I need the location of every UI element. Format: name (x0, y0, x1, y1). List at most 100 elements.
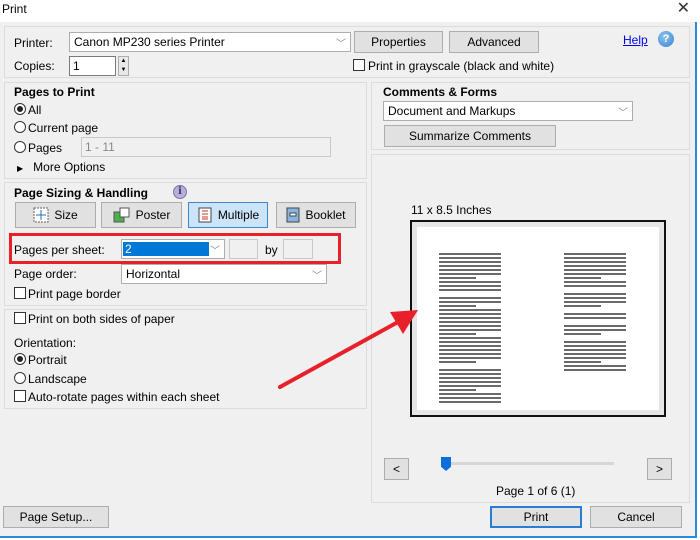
radio-landscape[interactable] (14, 372, 26, 384)
summarize-comments-button[interactable]: Summarize Comments (384, 125, 556, 147)
help-link[interactable]: Help (623, 33, 648, 47)
preview-text-line (564, 309, 626, 311)
pages-per-sheet-select[interactable]: 2 ﹀ (121, 239, 225, 259)
preview-text-line (564, 357, 626, 359)
preview-text-line (439, 345, 501, 347)
page-setup-button[interactable]: Page Setup... (3, 506, 109, 528)
preview-text-line (564, 281, 626, 283)
preview-text-line (564, 273, 626, 275)
info-icon[interactable]: i (173, 185, 187, 199)
copies-input[interactable]: 1 (69, 56, 116, 76)
preview-text-line (564, 289, 626, 291)
pages-per-sheet-rows-input[interactable] (283, 239, 313, 259)
preview-text-line (439, 313, 501, 315)
by-label: by (265, 243, 278, 257)
stepper-down-icon[interactable]: ▼ (119, 66, 128, 75)
preview-text-line (439, 373, 501, 375)
preview-text-line (439, 353, 501, 355)
preview-sheet-content (417, 227, 659, 410)
radio-pages[interactable] (14, 141, 26, 153)
grayscale-checkbox[interactable] (353, 59, 365, 71)
triangle-right-icon: ▶ (17, 164, 24, 173)
pages-per-sheet-value: 2 (123, 242, 209, 256)
preview-text-line (439, 285, 501, 287)
preview-text-line (439, 257, 501, 259)
preview-text-line (564, 349, 626, 351)
preview-text-line (439, 317, 501, 319)
radio-current-page[interactable] (14, 121, 26, 133)
page-status: Page 1 of 6 (1) (496, 484, 576, 498)
window-title: Print (2, 2, 27, 16)
chevron-down-icon: ﹀ (336, 39, 346, 50)
preview-text-line (564, 293, 626, 295)
radio-portrait[interactable] (14, 353, 26, 365)
preview-text-line (564, 353, 626, 355)
preview-page-left (439, 253, 501, 405)
close-icon[interactable]: ✕ (677, 0, 690, 18)
auto-rotate-checkbox[interactable] (14, 390, 26, 402)
next-page-button[interactable]: > (647, 458, 672, 480)
preview-sheet (410, 220, 666, 417)
radio-pages-label: Pages (28, 141, 63, 155)
preview-text-line (564, 257, 626, 259)
poster-button[interactable]: Poster (101, 202, 182, 228)
more-options-toggle[interactable]: ▶ More Options (17, 160, 105, 174)
advanced-button[interactable]: Advanced (449, 31, 539, 53)
poster-icon (113, 207, 130, 223)
duplex-checkbox[interactable] (14, 312, 26, 324)
page-order-select[interactable]: Horizontal ﹀ (121, 264, 327, 284)
preview-text-line (439, 301, 501, 303)
poster-label: Poster (135, 208, 171, 222)
preview-text-line (564, 341, 626, 343)
pages-range-input[interactable]: 1 - 11 (81, 137, 331, 157)
printer-value: Canon MP230 series Printer (74, 35, 225, 49)
booklet-button[interactable]: Booklet (276, 202, 356, 228)
preview-text-line (439, 305, 477, 307)
booklet-label: Booklet (305, 208, 346, 222)
page-sizing-heading: Page Sizing & Handling (14, 186, 149, 200)
preview-text-line (564, 329, 626, 331)
preview-text-line (439, 321, 501, 323)
print-dialog: Printer: Canon MP230 series Printer ﹀ Pr… (0, 22, 697, 538)
title-bar: Print ✕ (0, 0, 700, 22)
preview-text-line (439, 297, 501, 299)
comments-forms-value: Document and Markups (388, 104, 516, 118)
preview-text-line (439, 289, 501, 291)
preview-text-line (564, 265, 626, 267)
copies-stepper[interactable]: ▲ ▼ (118, 56, 129, 76)
orientation-label: Orientation: (14, 336, 77, 350)
help-icon[interactable]: ? (658, 31, 674, 47)
radio-all-label: All (28, 103, 42, 117)
prev-page-button[interactable]: < (384, 458, 409, 480)
preview-text-line (564, 333, 602, 335)
preview-text-line (439, 357, 501, 359)
pages-per-sheet-cols-input[interactable] (229, 239, 258, 259)
preview-text-line (439, 361, 477, 363)
preview-text-line (439, 369, 501, 371)
preview-text-line (564, 369, 626, 371)
preview-text-line (564, 253, 626, 255)
print-page-border-checkbox[interactable] (14, 287, 26, 299)
page-order-value: Horizontal (126, 267, 181, 281)
chevron-down-icon: ﹀ (312, 271, 322, 282)
preview-text-line (439, 365, 501, 367)
preview-text-line (564, 301, 626, 303)
arrow-shaft (278, 320, 400, 389)
comments-forms-select[interactable]: Document and Markups ﹀ (383, 101, 633, 121)
print-button[interactable]: Print (490, 506, 582, 528)
preview-text-line (439, 341, 501, 343)
printer-select[interactable]: Canon MP230 series Printer ﹀ (69, 32, 351, 52)
cancel-button[interactable]: Cancel (590, 506, 682, 528)
stepper-up-icon[interactable]: ▲ (119, 57, 128, 66)
arrow-annotation (278, 310, 418, 389)
preview-text-line (564, 361, 602, 363)
page-slider-track[interactable] (442, 462, 614, 465)
size-button[interactable]: Size (15, 202, 96, 228)
radio-all[interactable] (14, 103, 26, 115)
radio-landscape-label: Landscape (28, 372, 87, 386)
size-label: Size (54, 208, 78, 222)
preview-text-line (564, 277, 602, 279)
multiple-button[interactable]: Multiple (188, 202, 268, 228)
properties-button[interactable]: Properties (354, 31, 443, 53)
preview-text-line (439, 325, 501, 327)
